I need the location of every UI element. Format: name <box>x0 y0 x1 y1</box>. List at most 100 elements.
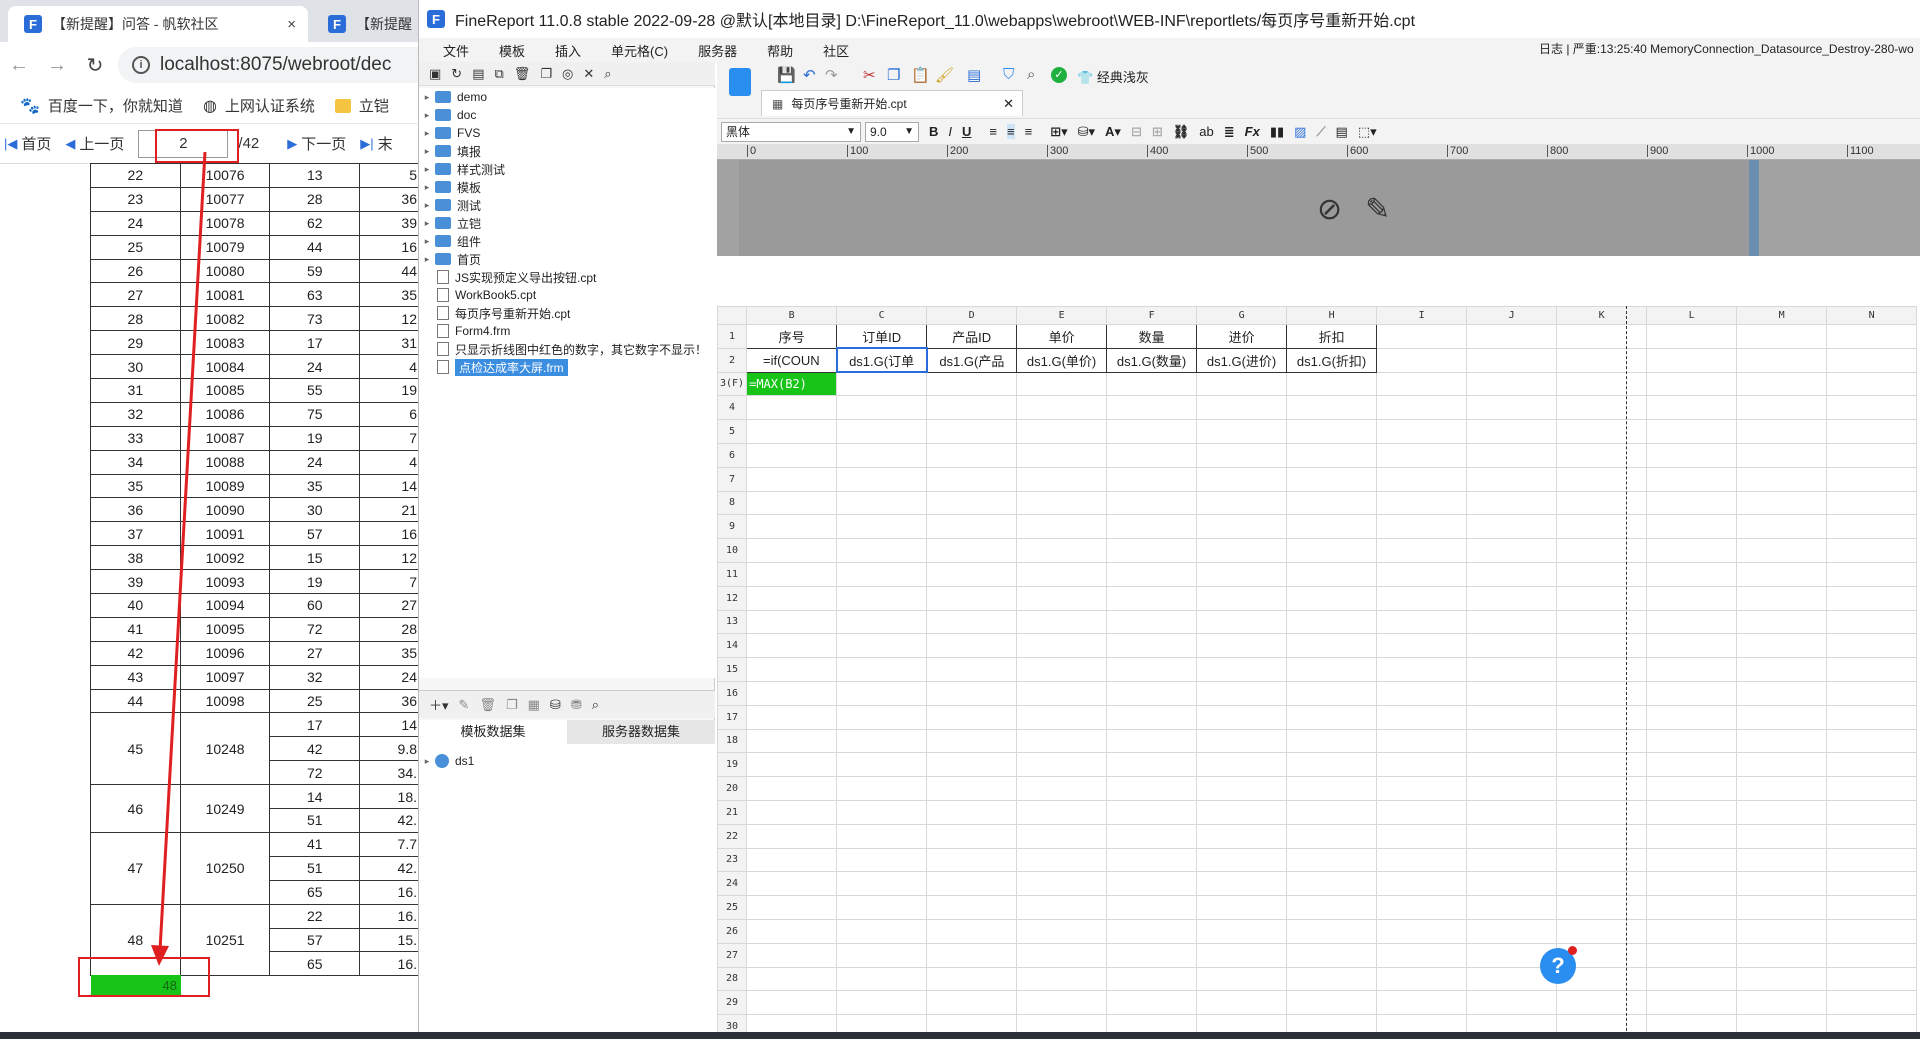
grid-cell[interactable] <box>1106 966 1198 992</box>
grid-cell[interactable] <box>746 728 838 754</box>
row-header[interactable]: 20 <box>717 776 748 801</box>
grid-cell[interactable] <box>1016 514 1108 540</box>
grid-cell[interactable] <box>1106 633 1198 659</box>
info-icon[interactable]: i <box>132 56 150 74</box>
tree-file[interactable]: Form4.frm <box>419 322 715 340</box>
row-header[interactable]: 3(F) <box>717 371 748 397</box>
grid-cell[interactable] <box>1376 657 1468 682</box>
grid-cell[interactable] <box>1646 657 1738 682</box>
grid-cell[interactable] <box>1016 657 1108 682</box>
row-header[interactable]: 21 <box>717 799 748 825</box>
grid-cell[interactable] <box>1196 680 1288 706</box>
grid-cell[interactable] <box>1466 776 1558 801</box>
grid-cell[interactable] <box>1556 585 1648 611</box>
grid-cell[interactable] <box>1016 466 1108 492</box>
grid-cell[interactable] <box>1196 561 1288 587</box>
last-page-button[interactable]: ▶| 末 <box>360 133 392 154</box>
grid-cell[interactable] <box>1646 419 1738 444</box>
grid-cell[interactable] <box>746 704 838 730</box>
grid-cell[interactable] <box>1106 657 1198 682</box>
grid-cell[interactable] <box>1286 561 1378 587</box>
row-header[interactable]: 25 <box>717 895 748 920</box>
column-header[interactable]: M <box>1736 306 1828 325</box>
grid-cell[interactable] <box>1286 585 1378 611</box>
grid-cell[interactable] <box>1466 609 1558 635</box>
formula-cell[interactable]: ds1.G(进价) <box>1196 347 1288 373</box>
grid-cell[interactable] <box>836 514 928 540</box>
grid-cell[interactable] <box>1376 871 1468 897</box>
edit-pencil-icon[interactable]: ✎ <box>1365 192 1390 227</box>
grid-cell[interactable] <box>1106 371 1198 397</box>
italic-icon[interactable]: I <box>948 124 952 139</box>
align-right-icon[interactable]: ≡ <box>1025 124 1033 139</box>
grid-cell[interactable] <box>1016 633 1108 659</box>
export-icon[interactable]: ⧉ <box>495 66 504 82</box>
tree-folder[interactable]: ▸ 测试 <box>419 196 715 214</box>
grid-cell[interactable] <box>1826 918 1918 944</box>
grid-cell[interactable] <box>746 538 838 563</box>
grid-cell[interactable] <box>746 918 838 944</box>
grid-cell[interactable] <box>1556 633 1648 659</box>
grid-cell[interactable] <box>746 776 838 801</box>
grid-cell[interactable] <box>836 966 928 992</box>
font-color-icon[interactable]: A▾ <box>1105 124 1121 140</box>
menu-file[interactable]: 文件 <box>443 41 469 60</box>
grid-cell[interactable] <box>1736 799 1828 825</box>
grid-cell[interactable] <box>1646 990 1738 1016</box>
grid-cell[interactable] <box>1556 680 1648 706</box>
locate-icon[interactable]: ◎ <box>562 66 573 82</box>
undo-icon[interactable]: ↶ <box>803 66 816 84</box>
grid-cell[interactable] <box>1646 561 1738 587</box>
grid-cell[interactable] <box>1646 895 1738 920</box>
grid-cell[interactable] <box>1646 680 1738 706</box>
grid-cell[interactable] <box>836 799 928 825</box>
grid-cell[interactable] <box>1286 538 1378 563</box>
grid-cell[interactable] <box>1736 704 1828 730</box>
grid-cell[interactable] <box>1286 895 1378 920</box>
grid-cell[interactable] <box>1196 966 1288 992</box>
grid-cell[interactable] <box>1466 871 1558 897</box>
grid-cell[interactable] <box>1736 442 1828 468</box>
grid-cell[interactable] <box>1466 347 1558 373</box>
header-cell[interactable]: 序号 <box>746 324 838 349</box>
grid-cell[interactable] <box>1106 847 1198 873</box>
tree-folder[interactable]: ▸ 填报 <box>419 142 715 160</box>
grid-cell[interactable] <box>1286 371 1378 397</box>
header-cell[interactable]: 数量 <box>1106 324 1198 349</box>
grid-cell[interactable] <box>1556 538 1648 563</box>
grid-cell[interactable] <box>746 490 838 516</box>
grid-cell[interactable] <box>1556 871 1648 897</box>
grid-cell[interactable] <box>926 752 1018 778</box>
row-header[interactable]: 17 <box>717 704 748 730</box>
grid-cell[interactable] <box>926 466 1018 492</box>
expand-icon[interactable]: ▸ <box>419 92 435 103</box>
grid-cell[interactable] <box>1196 371 1288 397</box>
grid-cell[interactable] <box>1736 752 1828 778</box>
font-size-select[interactable]: 9.0 ▼ <box>865 121 919 142</box>
grid-cell[interactable] <box>1376 799 1468 825</box>
grid-cell[interactable] <box>836 609 928 635</box>
grid-cell[interactable] <box>746 442 838 468</box>
grid-cell[interactable] <box>1646 704 1738 730</box>
row-header[interactable]: 6 <box>717 442 748 468</box>
font-family-select[interactable]: 黑体 ▼ <box>721 121 861 142</box>
tree-file[interactable]: 只显示折线图中红色的数字，其它数字不显示！ <box>419 340 715 358</box>
grid-cell[interactable] <box>836 990 928 1016</box>
grid-cell[interactable] <box>1196 752 1288 778</box>
grid-cell[interactable] <box>1196 538 1288 563</box>
grid-cell[interactable] <box>1196 395 1288 421</box>
column-header[interactable]: C <box>836 306 928 325</box>
grid-cell[interactable] <box>1466 657 1558 682</box>
menu-template[interactable]: 模板 <box>499 41 525 60</box>
tab-template-dataset[interactable]: 模板数据集 <box>419 720 567 744</box>
grid-cell[interactable] <box>1016 680 1108 706</box>
grid-cell[interactable] <box>1466 324 1558 349</box>
grid-cell[interactable] <box>1466 371 1558 397</box>
formula-cell[interactable]: ds1.G(数量) <box>1106 347 1198 373</box>
document-tab[interactable]: ▦ 每页序号重新开始.cpt ✕ <box>761 90 1023 116</box>
grid-cell[interactable] <box>1286 871 1378 897</box>
grid-cell[interactable] <box>1466 918 1558 944</box>
formula-cell[interactable]: =if(COUN <box>746 347 838 373</box>
row-header[interactable]: 9 <box>717 514 748 540</box>
grid-cell[interactable] <box>1466 847 1558 873</box>
